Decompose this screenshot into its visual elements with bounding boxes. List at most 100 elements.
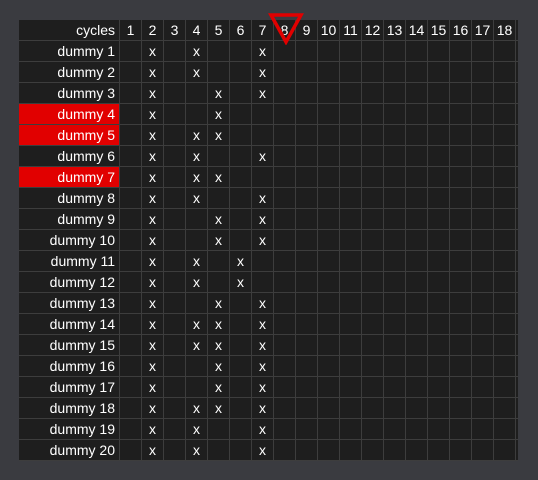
grid-cell[interactable]: x	[142, 146, 164, 166]
grid-cell[interactable]	[274, 230, 296, 250]
grid-cell[interactable]: x	[208, 335, 230, 355]
row-label[interactable]: dummy 16	[19, 356, 120, 376]
grid-cell[interactable]	[120, 251, 142, 271]
grid-cell[interactable]	[164, 230, 186, 250]
grid-cell[interactable]: x	[252, 188, 274, 208]
grid-cell[interactable]	[494, 272, 516, 292]
grid-cell[interactable]: x	[142, 314, 164, 334]
grid-cell[interactable]	[384, 167, 406, 187]
grid-cell[interactable]	[274, 272, 296, 292]
grid-cell[interactable]	[406, 251, 428, 271]
grid-cell[interactable]	[472, 104, 494, 124]
grid-cell[interactable]	[230, 377, 252, 397]
grid-cell[interactable]	[296, 209, 318, 229]
grid-cell[interactable]	[274, 188, 296, 208]
grid-cell[interactable]	[120, 104, 142, 124]
grid-cell[interactable]	[164, 272, 186, 292]
grid-cell[interactable]	[494, 230, 516, 250]
grid-cell[interactable]	[318, 419, 340, 439]
grid-cell[interactable]	[296, 83, 318, 103]
grid-cell[interactable]: x	[208, 377, 230, 397]
grid-cell[interactable]	[208, 440, 230, 460]
grid-cell[interactable]: x	[186, 146, 208, 166]
grid-cell[interactable]	[340, 293, 362, 313]
grid-cell[interactable]	[406, 419, 428, 439]
grid-cell[interactable]	[472, 356, 494, 376]
cycle-header-14[interactable]: 14	[406, 20, 428, 40]
grid-cell[interactable]	[318, 83, 340, 103]
grid-cell[interactable]	[208, 62, 230, 82]
grid-cell[interactable]	[120, 377, 142, 397]
grid-cell[interactable]	[362, 335, 384, 355]
grid-cell[interactable]	[494, 62, 516, 82]
grid-cell[interactable]	[230, 83, 252, 103]
grid-cell[interactable]	[296, 440, 318, 460]
grid-cell[interactable]	[428, 209, 450, 229]
grid-cell[interactable]	[296, 62, 318, 82]
grid-cell[interactable]	[186, 293, 208, 313]
grid-cell[interactable]	[362, 398, 384, 418]
grid-cell[interactable]: x	[142, 167, 164, 187]
row-label[interactable]: dummy 18	[19, 398, 120, 418]
grid-cell[interactable]: x	[186, 188, 208, 208]
grid-cell[interactable]: x	[142, 83, 164, 103]
grid-cell[interactable]	[120, 62, 142, 82]
grid-cell[interactable]	[340, 314, 362, 334]
grid-cell[interactable]	[318, 251, 340, 271]
grid-cell[interactable]	[230, 188, 252, 208]
grid-cell[interactable]	[362, 356, 384, 376]
cycle-header-15[interactable]: 15	[428, 20, 450, 40]
grid-cell[interactable]	[274, 293, 296, 313]
grid-cell[interactable]	[340, 377, 362, 397]
grid-cell[interactable]: x	[186, 251, 208, 271]
grid-cell[interactable]: x	[142, 230, 164, 250]
grid-cell[interactable]	[186, 230, 208, 250]
grid-cell[interactable]	[274, 125, 296, 145]
grid-cell[interactable]	[472, 251, 494, 271]
grid-cell[interactable]: x	[142, 104, 164, 124]
grid-cell[interactable]	[318, 230, 340, 250]
grid-cell[interactable]	[428, 314, 450, 334]
cycle-header-16[interactable]: 16	[450, 20, 472, 40]
grid-cell[interactable]	[296, 356, 318, 376]
grid-cell[interactable]	[428, 62, 450, 82]
grid-cell[interactable]	[164, 440, 186, 460]
grid-cell[interactable]	[494, 104, 516, 124]
grid-cell[interactable]	[164, 146, 186, 166]
grid-cell[interactable]	[164, 398, 186, 418]
grid-cell[interactable]	[164, 125, 186, 145]
grid-cell[interactable]	[472, 335, 494, 355]
grid-cell[interactable]	[362, 41, 384, 61]
grid-cell[interactable]	[406, 188, 428, 208]
grid-cell[interactable]: x	[186, 125, 208, 145]
grid-cell[interactable]: x	[252, 440, 274, 460]
row-label[interactable]: dummy 6	[19, 146, 120, 166]
grid-cell[interactable]	[340, 356, 362, 376]
grid-cell[interactable]	[362, 230, 384, 250]
grid-cell[interactable]	[406, 335, 428, 355]
grid-cell[interactable]	[274, 419, 296, 439]
grid-cell[interactable]	[494, 419, 516, 439]
cycle-header-4[interactable]: 4	[186, 20, 208, 40]
grid-cell[interactable]	[450, 419, 472, 439]
grid-cell[interactable]	[296, 272, 318, 292]
grid-cell[interactable]: x	[142, 356, 164, 376]
grid-cell[interactable]	[230, 314, 252, 334]
grid-cell[interactable]	[428, 440, 450, 460]
grid-cell[interactable]: x	[208, 230, 230, 250]
grid-cell[interactable]	[428, 293, 450, 313]
grid-cell[interactable]	[274, 209, 296, 229]
grid-cell[interactable]	[340, 167, 362, 187]
grid-cell[interactable]	[120, 440, 142, 460]
grid-cell[interactable]: x	[252, 314, 274, 334]
grid-cell[interactable]	[164, 41, 186, 61]
grid-cell[interactable]	[450, 335, 472, 355]
grid-cell[interactable]: x	[186, 419, 208, 439]
grid-cell[interactable]	[164, 377, 186, 397]
grid-cell[interactable]	[164, 62, 186, 82]
row-label[interactable]: dummy 5	[19, 125, 120, 145]
grid-cell[interactable]	[362, 272, 384, 292]
grid-cell[interactable]	[494, 251, 516, 271]
grid-cell[interactable]	[120, 272, 142, 292]
grid-cell[interactable]	[230, 335, 252, 355]
